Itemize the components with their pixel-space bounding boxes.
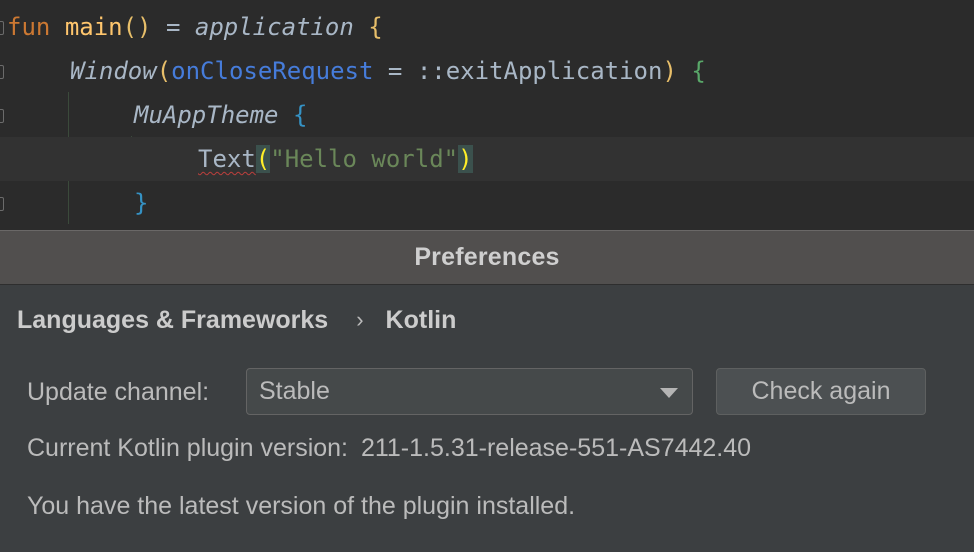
equals: = xyxy=(373,57,417,85)
update-channel-label: Update channel: xyxy=(27,378,210,406)
plugin-version-value: 211-1.5.31-release-551-AS7442.40 xyxy=(360,434,752,462)
code-line-5[interactable]: } xyxy=(0,181,974,225)
keyword-fun: fun xyxy=(7,13,51,41)
function-name-main: main xyxy=(64,13,123,41)
breadcrumb-current: Kotlin xyxy=(385,305,457,334)
chevron-down-icon xyxy=(660,388,678,398)
fold-marker[interactable] xyxy=(0,21,4,35)
equals: = xyxy=(151,13,195,41)
close-paren-highlight: ) xyxy=(458,145,473,173)
update-channel-select[interactable]: Stable xyxy=(246,368,693,415)
fold-marker[interactable] xyxy=(0,65,4,79)
update-channel-value: Stable xyxy=(259,377,330,405)
close-brace: } xyxy=(134,189,149,217)
breadcrumb-parent[interactable]: Languages & Frameworks xyxy=(17,306,328,335)
application-call: application xyxy=(194,13,354,41)
window-call: Window xyxy=(70,57,157,85)
check-again-button[interactable]: Check again xyxy=(716,368,926,415)
code-line-4[interactable]: Text("Hello world") xyxy=(0,137,974,181)
code-line-3[interactable]: MuAppTheme { xyxy=(0,93,974,137)
code-editor[interactable]: fun main() = application { Window(onClos… xyxy=(0,0,974,230)
function-reference: ::exitApplication xyxy=(416,57,663,85)
code-line-1[interactable]: fun main() = application { xyxy=(0,5,974,49)
update-status-message: You have the latest version of the plugi… xyxy=(27,492,576,520)
open-brace: { xyxy=(691,57,706,85)
close-paren: ) xyxy=(662,57,677,85)
string-literal: "Hello world" xyxy=(270,145,459,173)
parens: () xyxy=(122,13,152,41)
open-paren-highlight: ( xyxy=(255,145,271,173)
breadcrumb: Languages & Frameworks › Kotlin xyxy=(17,302,456,338)
fold-marker[interactable] xyxy=(0,109,4,123)
open-paren: ( xyxy=(156,57,172,85)
chevron-right-icon: › xyxy=(356,307,364,332)
code-line-2[interactable]: Window(onCloseRequest = ::exitApplicatio… xyxy=(0,49,974,93)
plugin-version-label: Current Kotlin plugin version: xyxy=(27,434,348,462)
text-call: Text xyxy=(198,145,256,173)
plugin-version-row: Current Kotlin plugin version: 211-1.5.3… xyxy=(27,434,751,463)
param-onCloseRequest: onCloseRequest xyxy=(171,57,374,85)
theme-call: MuAppTheme xyxy=(134,101,279,129)
dialog-title-bar[interactable]: Preferences xyxy=(0,230,974,285)
open-brace: { xyxy=(368,13,383,41)
dialog-title: Preferences xyxy=(414,243,560,271)
fold-marker[interactable] xyxy=(0,197,4,211)
open-brace: { xyxy=(292,101,308,129)
